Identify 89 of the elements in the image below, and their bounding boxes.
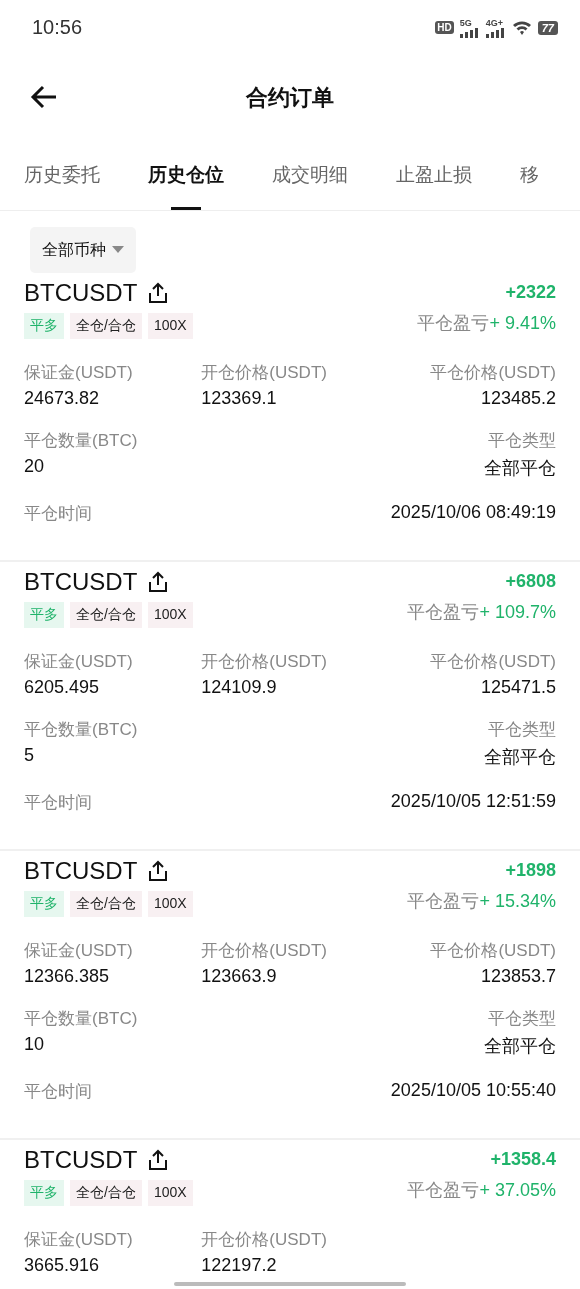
- page-title: 合约订单: [246, 83, 334, 112]
- pnl-amount: +6808: [504, 571, 556, 592]
- field-label: 平仓数量(BTC): [24, 719, 139, 741]
- field-label: 平仓时间: [24, 503, 92, 525]
- pnl-amount: +1898: [504, 860, 556, 881]
- field-value: 122197.2: [201, 1255, 278, 1276]
- tab[interactable]: 历史委托: [0, 140, 124, 210]
- field-label: 平仓价格(USDT): [429, 362, 556, 384]
- side-tag: 平多: [24, 313, 64, 339]
- hd-badge: HD: [435, 21, 454, 34]
- field-value: 10: [24, 1034, 46, 1055]
- tab[interactable]: 移: [496, 140, 563, 210]
- back-arrow-icon[interactable]: [30, 85, 58, 109]
- signal-icon: [459, 27, 480, 38]
- info-tag: 100X: [147, 313, 193, 339]
- field-label: 平仓时间: [24, 1081, 92, 1103]
- side-tag: 平多: [24, 1180, 64, 1206]
- field-label: 平仓时间: [24, 792, 92, 814]
- field-label: 保证金(USDT): [24, 940, 134, 962]
- info-tag: 100X: [147, 891, 193, 917]
- pnl-amount: +2322: [504, 282, 556, 303]
- side-tag: 平多: [24, 891, 64, 917]
- pnl-amount: +1358.4: [489, 1149, 556, 1170]
- field-value: 12366.385: [24, 966, 111, 987]
- field-label: 开仓价格(USDT): [201, 940, 328, 962]
- info-tag: 100X: [147, 1180, 193, 1206]
- field-value: 124109.9: [201, 677, 278, 698]
- field-label: 平仓类型: [487, 430, 556, 452]
- pnl-percent: + 9.41%: [489, 313, 556, 333]
- field-label: 平仓类型: [487, 719, 556, 741]
- share-icon[interactable]: [147, 571, 170, 593]
- pnl-percent: + 37.05%: [479, 1180, 556, 1200]
- pnl-label: 平仓盈亏: [417, 313, 490, 333]
- field-value: 2025/10/05 12:51:59: [390, 791, 556, 813]
- field-value: 5: [24, 745, 35, 766]
- field-value: 全部平仓: [483, 1035, 556, 1058]
- signal-icon: [485, 27, 506, 38]
- status-time: 10:56: [32, 16, 83, 39]
- network-label: 4G+: [485, 17, 503, 28]
- info-tag: 全仓/合仓: [70, 602, 142, 628]
- field-value: 123485.2: [479, 388, 556, 409]
- share-icon[interactable]: [147, 282, 170, 304]
- pnl-label: 平仓盈亏: [407, 602, 480, 622]
- field-label: 平仓数量(BTC): [24, 430, 139, 452]
- field-label: 保证金(USDT): [24, 362, 134, 384]
- pnl-label: 平仓盈亏: [407, 1180, 480, 1200]
- symbol-name: BTCUSDT: [24, 279, 138, 307]
- info-tag: 100X: [147, 602, 193, 628]
- caret-icon: [112, 246, 124, 254]
- field-value: 123853.7: [479, 966, 556, 987]
- pnl-percent: + 109.7%: [479, 602, 556, 622]
- battery-level: 77: [537, 20, 558, 35]
- field-value: 20: [24, 456, 46, 477]
- field-value: 24673.82: [24, 388, 101, 409]
- tab[interactable]: 历史仓位: [124, 140, 248, 210]
- symbol-name: BTCUSDT: [24, 568, 138, 596]
- field-value: 2025/10/06 08:49:19: [390, 502, 556, 524]
- side-tag: 平多: [24, 602, 64, 628]
- field-value: 3665.916: [24, 1255, 101, 1276]
- symbol-name: BTCUSDT: [24, 857, 138, 885]
- field-value: 123663.9: [201, 966, 278, 987]
- pnl-percent: + 15.34%: [479, 891, 556, 911]
- network-label: 5G: [459, 17, 472, 28]
- share-icon[interactable]: [147, 860, 170, 882]
- field-label: 平仓价格(USDT): [429, 651, 556, 673]
- field-label: 平仓类型: [487, 1008, 556, 1030]
- tab[interactable]: 止盈止损: [372, 140, 496, 210]
- field-label: 开仓价格(USDT): [201, 1229, 328, 1251]
- share-icon[interactable]: [147, 1149, 170, 1171]
- coin-filter-dropdown[interactable]: 全部币种: [30, 227, 136, 273]
- field-value: 全部平仓: [483, 746, 556, 769]
- pnl-label: 平仓盈亏: [407, 891, 480, 911]
- info-tag: 全仓/合仓: [70, 891, 142, 917]
- field-value: 123369.1: [201, 388, 278, 409]
- wifi-icon: [511, 19, 532, 36]
- field-label: 保证金(USDT): [24, 1229, 134, 1251]
- field-label: 开仓价格(USDT): [201, 651, 328, 673]
- tab[interactable]: 成交明细: [248, 140, 372, 210]
- field-label: 开仓价格(USDT): [201, 362, 328, 384]
- info-tag: 全仓/合仓: [70, 1180, 142, 1206]
- field-value: 全部平仓: [483, 457, 556, 480]
- info-tag: 全仓/合仓: [70, 313, 142, 339]
- field-label: 保证金(USDT): [24, 651, 134, 673]
- field-value: 6205.495: [24, 677, 101, 698]
- field-label: 平仓价格(USDT): [429, 940, 556, 962]
- symbol-name: BTCUSDT: [24, 1146, 138, 1174]
- field-value: 125471.5: [479, 677, 556, 698]
- field-value: 2025/10/05 10:55:40: [390, 1080, 556, 1102]
- field-label: 平仓数量(BTC): [24, 1008, 139, 1030]
